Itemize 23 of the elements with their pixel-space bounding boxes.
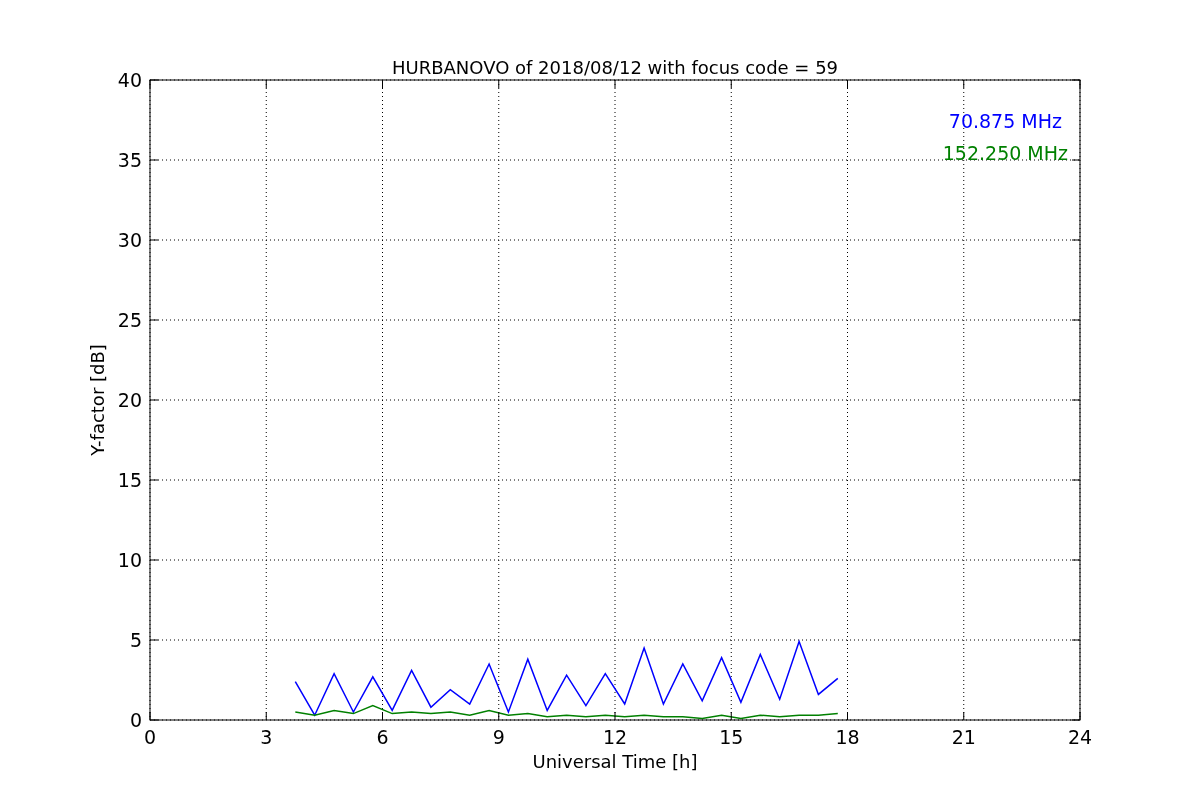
tick-label: 20 [117,389,142,411]
tick-label: 10 [117,549,142,571]
tick-label: 12 [602,726,628,748]
tick-label: 35 [117,149,142,171]
chart-title: HURBANOVO of 2018/08/12 with focus code = 59 [391,57,839,78]
tick-label: 6 [376,726,389,748]
tick-label: 9 [492,726,505,748]
tick-label: 25 [117,309,142,331]
tick-label: 21 [951,726,976,748]
legend-label: 152.250 MHz [942,142,1068,164]
tick-label: 24 [1067,726,1093,748]
legend-label: 70.875 MHz [948,110,1062,132]
tick-label: 5 [129,629,142,651]
x-axis-label: Universal Time [h] [532,751,698,772]
tick-label: 0 [143,726,157,748]
tick-label: 40 [117,69,142,91]
tick-label: 3 [260,726,273,748]
tick-label: 15 [117,469,142,491]
y-axis-label: Y-factor [dB] [87,344,108,456]
tick-label: 0 [129,709,142,731]
tick-label: 30 [117,229,142,251]
tick-label: 15 [719,726,744,748]
tick-label: 18 [835,726,860,748]
